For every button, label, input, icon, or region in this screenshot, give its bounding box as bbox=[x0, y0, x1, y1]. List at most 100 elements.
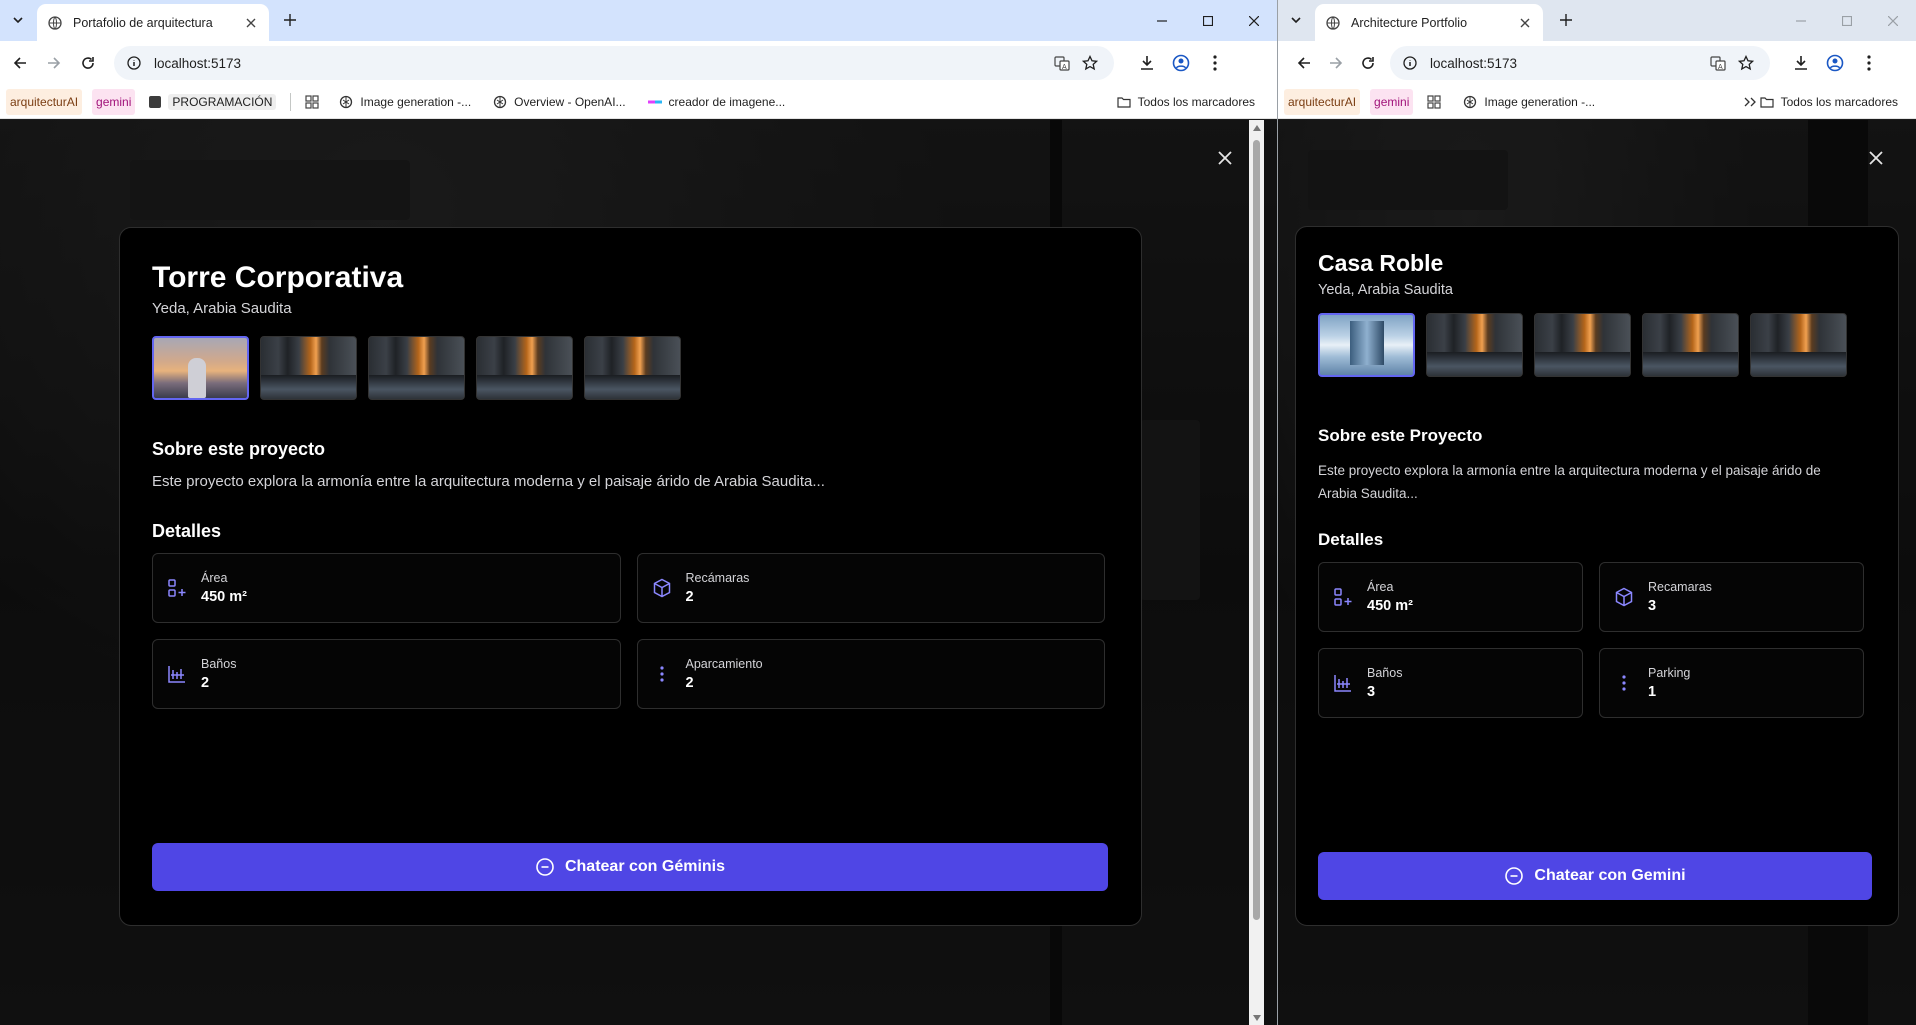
detail-label: Baños bbox=[201, 657, 237, 671]
translate-icon[interactable]: A bbox=[1048, 49, 1076, 77]
project-description: Este proyecto explora la armonía entre l… bbox=[152, 473, 825, 490]
bookmark-gemini[interactable]: gemini bbox=[92, 88, 136, 115]
chat-bubble-icon bbox=[1504, 866, 1524, 886]
page-content: Casa Roble Yeda, Arabia Saudita Sobre es… bbox=[1278, 120, 1916, 1025]
download-icon[interactable] bbox=[1784, 46, 1818, 80]
address-bar[interactable]: localhost:5173 A bbox=[114, 46, 1114, 80]
bookmark-label: Overview - OpenAI... bbox=[514, 94, 626, 109]
site-info-icon[interactable] bbox=[126, 55, 142, 71]
thumbnail-image[interactable] bbox=[1750, 313, 1847, 377]
gradient-line-icon bbox=[647, 99, 662, 105]
profile-icon[interactable] bbox=[1818, 46, 1852, 80]
details-title: Detalles bbox=[152, 521, 222, 541]
bookmark-programacion[interactable]: PROGRAMACIÓN bbox=[145, 89, 280, 115]
chat-button-label: Chatear con Géminis bbox=[564, 858, 726, 875]
browser-window-right: Architecture Portfolio localhost:5173 A bbox=[1278, 0, 1916, 1025]
project-modal: Casa Roble Yeda, Arabia Saudita Sobre es… bbox=[1295, 226, 1899, 926]
menu-icon[interactable] bbox=[1198, 46, 1232, 80]
tab-search-chevron-icon[interactable] bbox=[1286, 10, 1306, 30]
back-icon[interactable] bbox=[1288, 47, 1320, 79]
address-bar[interactable]: localhost:5173 A bbox=[1390, 46, 1770, 80]
new-tab-icon[interactable] bbox=[280, 10, 300, 30]
close-tab-icon[interactable] bbox=[243, 15, 259, 31]
thumbnail-image[interactable] bbox=[1318, 313, 1415, 377]
tab-search-chevron-icon[interactable] bbox=[8, 10, 28, 30]
scroll-up-icon[interactable] bbox=[1252, 123, 1261, 132]
bookmark-gemini[interactable]: gemini bbox=[1370, 88, 1414, 115]
profile-icon[interactable] bbox=[1164, 46, 1198, 80]
bookmark-creador[interactable]: creador de imagene... bbox=[644, 89, 790, 115]
minimize-icon[interactable] bbox=[1139, 0, 1185, 41]
apps-grid-icon[interactable] bbox=[301, 89, 323, 115]
new-tab-icon[interactable] bbox=[1556, 10, 1576, 30]
forward-icon[interactable] bbox=[1320, 47, 1352, 79]
detail-value: 450 m² bbox=[1367, 598, 1413, 614]
all-bookmarks-label: Todos los marcadores bbox=[1780, 94, 1898, 109]
more-vertical-icon bbox=[652, 664, 672, 684]
thumbnail-image[interactable] bbox=[476, 336, 573, 400]
chat-bubble-icon bbox=[535, 857, 555, 877]
close-modal-button[interactable] bbox=[1209, 142, 1241, 174]
thumbnail-image[interactable] bbox=[152, 336, 249, 400]
maximize-icon[interactable] bbox=[1824, 0, 1870, 41]
download-icon[interactable] bbox=[1130, 46, 1164, 80]
bookmark-image-generation[interactable]: Image generation -... bbox=[1459, 89, 1599, 115]
all-bookmarks[interactable]: Todos los marcadores bbox=[1113, 89, 1259, 115]
detail-card-bedrooms: Recámaras 2 bbox=[636, 553, 1105, 623]
reload-icon[interactable] bbox=[72, 47, 104, 79]
cube-icon bbox=[1614, 587, 1634, 607]
forward-icon[interactable] bbox=[38, 47, 70, 79]
browser-tab[interactable]: Portafolio de arquitectura bbox=[37, 4, 269, 41]
bookmark-arquitecturai[interactable]: arquitecturAI bbox=[1284, 88, 1361, 115]
maximize-icon[interactable] bbox=[1185, 0, 1231, 41]
chat-gemini-button[interactable]: Chatear con Gemini bbox=[1318, 852, 1872, 900]
thumbnail-image[interactable] bbox=[368, 336, 465, 400]
thumbnail-image[interactable] bbox=[584, 336, 681, 400]
scroll-down-icon[interactable] bbox=[1252, 1013, 1261, 1022]
close-window-icon[interactable] bbox=[1231, 0, 1277, 41]
all-bookmarks[interactable]: Todos los marcadores bbox=[1756, 89, 1902, 115]
scrollbar-thumb[interactable] bbox=[1253, 140, 1260, 920]
all-bookmarks-label: Todos los marcadores bbox=[1137, 94, 1255, 109]
apps-grid-icon[interactable] bbox=[1423, 89, 1445, 115]
thumbnail-image[interactable] bbox=[260, 336, 357, 400]
bookmark-overview-openai[interactable]: Overview - OpenAI... bbox=[489, 89, 629, 115]
openai-icon bbox=[1463, 95, 1477, 109]
bookmark-image-generation[interactable]: Image generation -... bbox=[335, 89, 475, 115]
detail-card-bedrooms: Recamaras 3 bbox=[1599, 562, 1864, 632]
detail-value: 450 m² bbox=[201, 589, 247, 605]
close-window-icon[interactable] bbox=[1870, 0, 1916, 41]
translate-icon[interactable]: A bbox=[1704, 49, 1732, 77]
square-icon bbox=[149, 95, 162, 108]
area-icon bbox=[1333, 587, 1353, 607]
bookmark-star-icon[interactable] bbox=[1732, 49, 1760, 77]
chat-gemini-button[interactable]: Chatear con Géminis bbox=[152, 843, 1108, 891]
reload-icon[interactable] bbox=[1352, 47, 1384, 79]
bookmark-label: Image generation -... bbox=[360, 94, 472, 109]
bookmark-star-icon[interactable] bbox=[1076, 49, 1104, 77]
detail-value: 3 bbox=[1367, 684, 1376, 700]
detail-value: 3 bbox=[1648, 598, 1657, 614]
browser-tab[interactable]: Architecture Portfolio bbox=[1315, 4, 1543, 41]
close-tab-icon[interactable] bbox=[1517, 15, 1533, 31]
detail-value: 2 bbox=[685, 589, 694, 605]
menu-icon[interactable] bbox=[1852, 46, 1886, 80]
thumbnail-image[interactable] bbox=[1534, 313, 1631, 377]
minimize-icon[interactable] bbox=[1778, 0, 1824, 41]
bookmark-label: creador de imagene... bbox=[668, 94, 786, 109]
bookmark-arquitecturai[interactable]: arquitecturAI bbox=[6, 88, 83, 115]
area-icon bbox=[167, 578, 187, 598]
globe-icon bbox=[47, 15, 63, 31]
svg-text:A: A bbox=[1718, 64, 1723, 71]
close-modal-button[interactable] bbox=[1860, 142, 1892, 174]
back-icon[interactable] bbox=[4, 47, 36, 79]
thumbnail-image[interactable] bbox=[1426, 313, 1523, 377]
page-scrollbar[interactable] bbox=[1249, 120, 1264, 1025]
site-info-icon[interactable] bbox=[1402, 55, 1418, 71]
folder-icon bbox=[1117, 96, 1131, 108]
details-grid: Área 450 m² Recamaras 3 Baños 3 Parking 1 bbox=[1318, 562, 1864, 718]
bookmark-label: Image generation -... bbox=[1484, 94, 1596, 109]
thumbnail-image[interactable] bbox=[1642, 313, 1739, 377]
detail-label: Baños bbox=[1367, 666, 1403, 680]
openai-icon bbox=[339, 95, 353, 109]
